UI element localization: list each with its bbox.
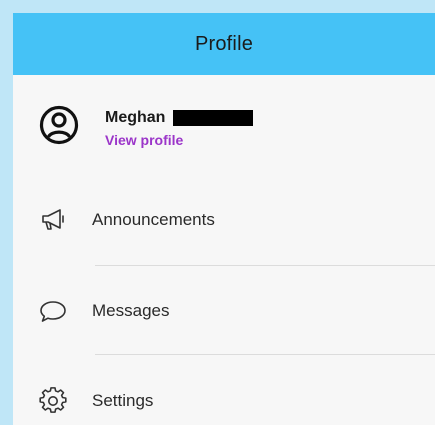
header-bar: Profile [13,13,435,75]
page-title: Profile [194,32,254,55]
profile-row[interactable]: Meghan View profile [13,95,435,155]
redaction-bar [173,110,254,126]
gear-icon [38,386,68,416]
avatar-icon [39,105,79,145]
chat-bubble-icon [38,296,68,326]
profile-name-wrap: Meghan [105,109,254,127]
menu-item-settings[interactable]: Settings [13,371,435,425]
view-profile-link[interactable]: View profile [105,132,183,148]
menu-item-label: Messages [92,301,170,320]
divider [95,354,435,355]
menu-item-label: Announcements [92,210,215,229]
megaphone-icon [38,205,68,235]
profile-name: Meghan [105,109,166,126]
menu-item-announcements[interactable]: Announcements [13,190,435,250]
profile-panel: Profile Meghan View profile Announcement… [13,13,435,425]
menu-item-messages[interactable]: Messages [13,281,435,341]
divider [95,265,435,266]
menu-item-label: Settings [92,391,154,410]
